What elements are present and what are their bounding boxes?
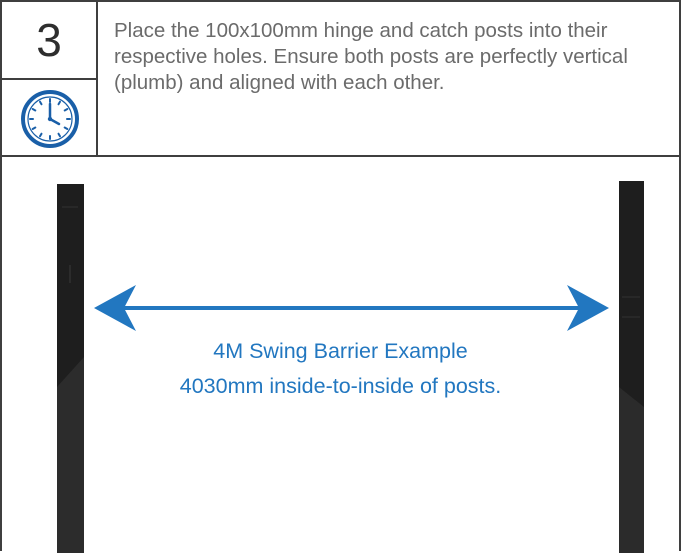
caption-measurement: 4030mm inside-to-inside of posts. xyxy=(179,374,502,398)
instruction-text: Place the 100x100mm hinge and catch post… xyxy=(114,19,628,94)
caption-title: 4M Swing Barrier Example xyxy=(213,339,468,363)
step-divider xyxy=(2,78,96,80)
catch-post xyxy=(619,181,644,553)
post-spacing-illustration: 4M Swing Barrier Example 4030mm inside-t… xyxy=(2,157,679,553)
step-number: 3 xyxy=(36,14,62,66)
double-arrow xyxy=(94,285,609,331)
hinge-post xyxy=(57,184,84,553)
step-card: 3 Place the 100x100mm hinge and catch po… xyxy=(0,0,681,553)
clock-icon xyxy=(8,86,92,152)
step-indicator: 3 xyxy=(2,2,98,157)
